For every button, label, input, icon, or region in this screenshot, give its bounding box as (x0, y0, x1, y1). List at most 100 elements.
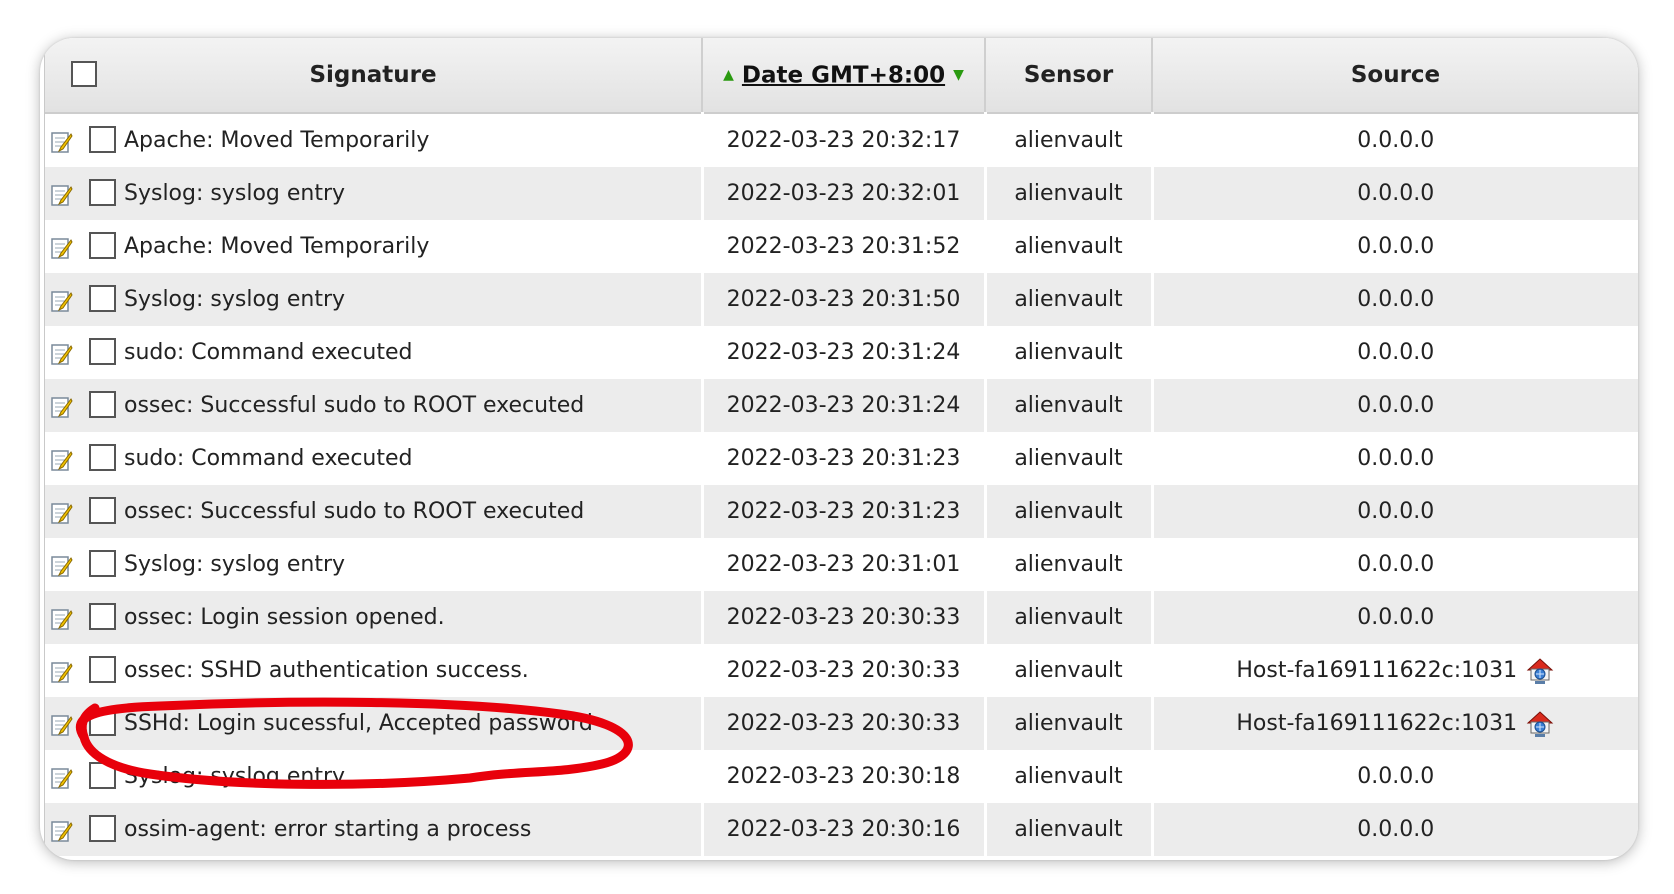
edit-note-icon[interactable] (51, 236, 73, 260)
signature-cell: ossec: Successful sudo to ROOT executed (45, 485, 704, 538)
edit-note-icon[interactable] (51, 819, 73, 843)
signature-text[interactable]: ossec: Successful sudo to ROOT executed (124, 499, 584, 524)
signature-text[interactable]: Syslog: syslog entry (124, 764, 345, 789)
signature-text[interactable]: Syslog: syslog entry (124, 287, 345, 312)
select-all-checkbox[interactable] (71, 61, 97, 87)
source-column-header: Source (1152, 38, 1638, 114)
sort-descending-icon[interactable]: ▼ (953, 67, 964, 83)
date-cell: 2022-03-23 20:31:23 (702, 432, 987, 485)
edit-note-icon[interactable] (51, 183, 73, 207)
row-checkbox[interactable] (89, 338, 116, 365)
host-network-icon[interactable] (1525, 656, 1555, 686)
sensor-cell: alienvault (985, 644, 1154, 697)
source-text: 0.0.0.0 (1357, 128, 1435, 153)
edit-note-icon[interactable] (51, 660, 73, 684)
signature-cell: Syslog: syslog entry (45, 538, 704, 591)
source-cell: 0.0.0.0 (1152, 803, 1638, 856)
table-row[interactable]: ossec: SSHD authentication success. 2022-… (45, 644, 1638, 697)
edit-note-icon[interactable] (51, 554, 73, 578)
source-text: 0.0.0.0 (1357, 234, 1435, 259)
signature-cell: ossec: Login session opened. (45, 591, 704, 644)
signature-text[interactable]: Apache: Moved Temporarily (124, 128, 429, 153)
table-row[interactable]: ossec: Successful sudo to ROOT executed 2… (45, 379, 1638, 432)
table-row[interactable]: Apache: Moved Temporarily 2022-03-23 20:3… (45, 220, 1638, 273)
table-row[interactable]: Syslog: syslog entry 2022-03-23 20:30:18 a… (45, 750, 1638, 803)
signature-text[interactable]: sudo: Command executed (124, 446, 413, 471)
row-checkbox[interactable] (89, 179, 116, 206)
signature-text[interactable]: Syslog: syslog entry (124, 181, 345, 206)
table-row[interactable]: Apache: Moved Temporarily 2022-03-23 20:3… (45, 113, 1638, 167)
sensor-cell: alienvault (985, 750, 1154, 803)
signature-text[interactable]: ossec: Login session opened. (124, 605, 445, 630)
sensor-cell: alienvault (985, 273, 1154, 326)
signature-column-header: Signature (45, 38, 703, 114)
signature-text[interactable]: ossec: Successful sudo to ROOT executed (124, 393, 584, 418)
row-checkbox[interactable] (89, 497, 116, 524)
row-checkbox[interactable] (89, 762, 116, 789)
sensor-column-header: Sensor (985, 38, 1153, 114)
date-column-header[interactable]: ▲ Date GMT+8:00 ▼ (702, 38, 986, 114)
host-network-icon[interactable] (1525, 709, 1555, 739)
signature-text[interactable]: sudo: Command executed (124, 340, 413, 365)
edit-note-icon[interactable] (51, 448, 73, 472)
date-cell: 2022-03-23 20:30:33 (702, 591, 987, 644)
table-row[interactable]: Syslog: syslog entry 2022-03-23 20:32:01 a… (45, 167, 1638, 220)
table-body: Apache: Moved Temporarily 2022-03-23 20:3… (45, 113, 1638, 856)
source-cell: 0.0.0.0 (1152, 750, 1638, 803)
sensor-cell: alienvault (985, 803, 1154, 856)
row-checkbox[interactable] (89, 603, 116, 630)
sensor-cell: alienvault (985, 485, 1154, 538)
edit-note-icon[interactable] (51, 501, 73, 525)
row-checkbox[interactable] (89, 709, 116, 736)
edit-note-icon[interactable] (51, 395, 73, 419)
date-cell: 2022-03-23 20:30:33 (702, 697, 987, 750)
source-text: 0.0.0.0 (1357, 340, 1435, 365)
signature-cell: Syslog: syslog entry (45, 273, 704, 326)
edit-note-icon[interactable] (51, 607, 73, 631)
signature-text[interactable]: Apache: Moved Temporarily (124, 234, 429, 259)
date-sort-link[interactable]: Date GMT+8:00 (742, 62, 945, 88)
edit-note-icon[interactable] (51, 130, 73, 154)
source-cell: 0.0.0.0 (1152, 167, 1638, 220)
signature-cell: Syslog: syslog entry (45, 750, 704, 803)
signature-text[interactable]: ossim-agent: error starting a process (124, 817, 531, 842)
table-row[interactable]: SSHd: Login sucessful, Accepted password… (45, 697, 1638, 750)
source-cell: 0.0.0.0 (1152, 538, 1638, 591)
row-checkbox[interactable] (89, 815, 116, 842)
signature-text[interactable]: Syslog: syslog entry (124, 552, 345, 577)
table-row[interactable]: Syslog: syslog entry 2022-03-23 20:31:50 a… (45, 273, 1638, 326)
source-text: Host-fa169111622c:1031 (1236, 710, 1518, 736)
source-cell: 0.0.0.0 (1152, 326, 1638, 379)
row-checkbox[interactable] (89, 656, 116, 683)
source-header-label: Source (1350, 62, 1441, 88)
source-text: 0.0.0.0 (1357, 605, 1435, 630)
row-checkbox[interactable] (89, 232, 116, 259)
source-cell: 0.0.0.0 (1152, 113, 1638, 167)
row-checkbox[interactable] (89, 550, 116, 577)
sensor-cell: alienvault (985, 326, 1154, 379)
edit-note-icon[interactable] (51, 766, 73, 790)
source-text: Host-fa169111622c:1031 (1236, 657, 1518, 683)
table-row[interactable]: ossim-agent: error starting a process 202… (45, 803, 1638, 856)
edit-note-icon[interactable] (51, 713, 73, 737)
edit-note-icon[interactable] (51, 342, 73, 366)
row-checkbox[interactable] (89, 391, 116, 418)
source-text: 0.0.0.0 (1357, 764, 1435, 789)
signature-cell: Apache: Moved Temporarily (45, 113, 704, 167)
table-row[interactable]: ossec: Login session opened. 2022-03-23 2… (45, 591, 1638, 644)
date-cell: 2022-03-23 20:30:33 (702, 644, 987, 697)
sort-ascending-icon[interactable]: ▲ (723, 67, 734, 83)
signature-text[interactable]: SSHd: Login sucessful, Accepted password (124, 711, 593, 736)
table-row[interactable]: sudo: Command executed 2022-03-23 20:31:2… (45, 432, 1638, 485)
row-checkbox[interactable] (89, 444, 116, 471)
table-row[interactable]: Syslog: syslog entry 2022-03-23 20:31:01 a… (45, 538, 1638, 591)
row-checkbox[interactable] (89, 285, 116, 312)
date-cell: 2022-03-23 20:31:23 (702, 485, 987, 538)
table-row[interactable]: sudo: Command executed 2022-03-23 20:31:2… (45, 326, 1638, 379)
edit-note-icon[interactable] (51, 289, 73, 313)
row-checkbox[interactable] (89, 126, 116, 153)
table-row[interactable]: ossec: Successful sudo to ROOT executed 2… (45, 485, 1638, 538)
sensor-cell: alienvault (985, 591, 1154, 644)
signature-text[interactable]: ossec: SSHD authentication success. (124, 658, 529, 683)
events-panel: Signature ▲ Date GMT+8:00 ▼ Sensor Source … (40, 38, 1638, 860)
